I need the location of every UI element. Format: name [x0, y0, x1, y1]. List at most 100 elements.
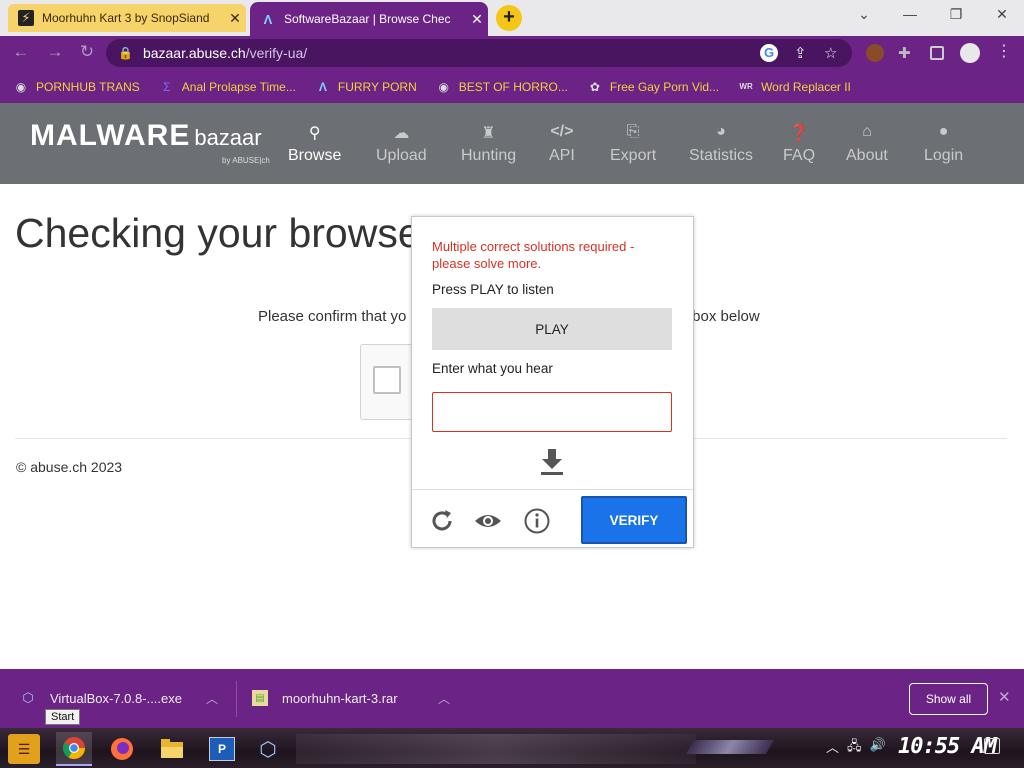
hunting-icon: ♜ — [481, 125, 496, 142]
enter-label: Enter what you hear — [432, 361, 553, 376]
nav-hunting[interactable]: ♜ Hunting — [461, 123, 516, 165]
taskbar-clock[interactable]: 10:55 AM — [898, 734, 997, 759]
file-explorer-icon[interactable] — [154, 732, 190, 766]
nav-about[interactable]: ⌂ About — [846, 123, 888, 165]
wr-icon: WR — [739, 82, 753, 91]
lock-icon[interactable]: 🔒 — [118, 46, 133, 60]
nav-export[interactable]: ⎘ Export — [610, 123, 656, 165]
answer-input[interactable] — [432, 392, 672, 432]
pie-chart-icon: ◕ — [716, 123, 726, 140]
puzzle-icon[interactable]: ✚ — [898, 44, 916, 62]
nav-label: Statistics — [689, 147, 754, 164]
start-button[interactable]: ☰ — [8, 734, 40, 764]
address-bar[interactable]: 🔒 bazaar.abuse.ch/verify-ua/ G ⇪ ☆ — [106, 39, 852, 67]
firefox-icon[interactable] — [104, 732, 140, 766]
menu-icon[interactable]: ⋮ — [996, 41, 1014, 60]
network-icon[interactable]: 🖧 — [847, 737, 862, 759]
logo-main: MALWARE — [30, 119, 191, 152]
nav-label: Export — [610, 147, 657, 164]
nav-label: About — [846, 147, 888, 164]
search-icon: ⚲ — [308, 125, 321, 142]
chrome-icon[interactable] — [56, 732, 92, 766]
download-icon[interactable] — [540, 447, 564, 477]
close-tab-icon[interactable]: ✕ — [224, 10, 246, 27]
press-play-label: Press PLAY to listen — [432, 282, 554, 297]
close-window-button[interactable]: ✕ — [988, 6, 1016, 23]
page-title: Checking your browser — [15, 210, 435, 256]
bookmark-label: FURRY PORN — [337, 79, 417, 94]
taskbar-decoration-bar — [685, 740, 775, 754]
reload-icon[interactable]: ↻ — [76, 42, 98, 62]
nav-upload[interactable]: ☁ Upload — [376, 123, 427, 165]
bookmark-item[interactable]: Λ FURRY PORN — [316, 80, 417, 94]
lambda-icon: Λ — [318, 79, 327, 94]
bookmark-item[interactable]: ◉ PORNHUB TRANS — [14, 80, 140, 94]
virtualbox-taskbar-icon[interactable]: ⬡ — [250, 732, 286, 766]
minimize-button[interactable]: — — [896, 6, 924, 22]
close-icon[interactable]: ✕ — [998, 688, 1011, 706]
taskbar-decoration — [296, 734, 696, 764]
share-icon[interactable]: ⇪ — [794, 44, 807, 62]
pinned-app-icon[interactable]: P — [204, 732, 240, 766]
side-panel-icon[interactable] — [930, 46, 944, 60]
export-icon: ⎘ — [626, 123, 640, 140]
close-tab-icon[interactable]: ✕ — [466, 11, 488, 28]
verify-button[interactable]: VERIFY — [581, 496, 687, 544]
bookmark-label: BEST OF HORRO... — [458, 79, 568, 94]
app-tile-icon: P — [209, 737, 235, 761]
back-icon[interactable]: ← — [10, 42, 32, 62]
play-button[interactable]: PLAY — [432, 308, 672, 350]
tab-moorhuhn[interactable]: ⚡ Moorhuhn Kart 3 by SnopSiand ✕ — [8, 4, 246, 32]
captcha-checkbox[interactable] — [373, 366, 401, 394]
audio-challenge-popup: Multiple correct solutions required - pl… — [411, 216, 694, 548]
bookmark-item[interactable]: ✿ Free Gay Porn Vid... — [588, 80, 719, 94]
challenge-divider — [412, 489, 693, 490]
info-icon[interactable] — [523, 507, 551, 535]
confirm-text: Please confirm that yo — [258, 308, 407, 325]
confirm-text-end: tbox below — [688, 308, 760, 325]
chevron-up-icon[interactable]: ︿ — [826, 737, 839, 759]
extension-avatar-icon[interactable] — [866, 44, 884, 62]
question-icon: ❓ — [789, 125, 809, 142]
forward-icon[interactable]: → — [44, 42, 66, 62]
download-item[interactable]: ▤ moorhuhn-kart-3.rar ︿ — [252, 690, 450, 706]
nav-faq[interactable]: ❓ FAQ — [783, 123, 815, 165]
bookmark-label: Word Replacer II — [761, 79, 851, 94]
eye-icon[interactable] — [474, 507, 502, 535]
show-all-button[interactable]: Show all — [909, 683, 988, 715]
globe-icon: ◉ — [438, 79, 449, 94]
notification-icon[interactable] — [984, 738, 1000, 754]
nav-login[interactable]: ● Login — [924, 123, 963, 165]
nav-label: Login — [924, 147, 964, 164]
google-lens-icon[interactable]: G — [760, 44, 778, 62]
bookmark-star-icon[interactable]: ☆ — [824, 44, 837, 62]
chevron-up-icon[interactable]: ︿ — [438, 690, 450, 707]
bookmark-item[interactable]: ◉ BEST OF HORRO... — [437, 80, 568, 94]
taskbar: ☰ P ⬡ ︿ 🖧 🔊 10:55 AM — [0, 728, 1024, 768]
tab-search-icon[interactable]: ⌄ — [850, 6, 878, 23]
volume-icon[interactable]: 🔊 — [870, 737, 886, 759]
bookmark-item[interactable]: WR Word Replacer II — [739, 79, 851, 94]
archive-icon: ▤ — [252, 690, 268, 706]
chevron-up-icon[interactable]: ︿ — [206, 690, 218, 707]
url-host: bazaar.abuse.ch — [142, 45, 246, 61]
nav-api[interactable]: </> API — [549, 123, 575, 165]
download-item[interactable]: ⬡ VirtualBox-7.0.8-....exe ︿ — [20, 690, 218, 706]
site-logo[interactable]: MALWARE bazaar by ABUSE|ch — [30, 119, 270, 165]
lambda-icon: Λ — [263, 11, 273, 27]
profile-icon[interactable] — [960, 43, 980, 63]
new-tab-button[interactable]: + — [496, 5, 522, 31]
error-message: Multiple correct solutions required - pl… — [432, 239, 635, 271]
restore-button[interactable]: ❐ — [942, 6, 970, 23]
nav-label: FAQ — [783, 147, 816, 164]
folder-logo — [161, 739, 183, 758]
site-header: MALWARE bazaar by ABUSE|ch ⚲ Browse ☁ Uploa… — [0, 103, 1024, 184]
logo-sub: bazaar — [194, 125, 262, 150]
nav-browse[interactable]: ⚲ Browse — [288, 123, 341, 165]
download-separator — [236, 681, 237, 717]
reload-icon[interactable] — [428, 507, 456, 535]
tab-title: SoftwareBazaar | Browse Chec — [284, 12, 451, 26]
nav-statistics[interactable]: ◕ Statistics — [689, 123, 753, 165]
tab-softwarebazaar[interactable]: Λ SoftwareBazaar | Browse Chec ✕ — [250, 2, 488, 36]
bookmark-item[interactable]: Σ Anal Prolapse Time... — [160, 80, 296, 94]
